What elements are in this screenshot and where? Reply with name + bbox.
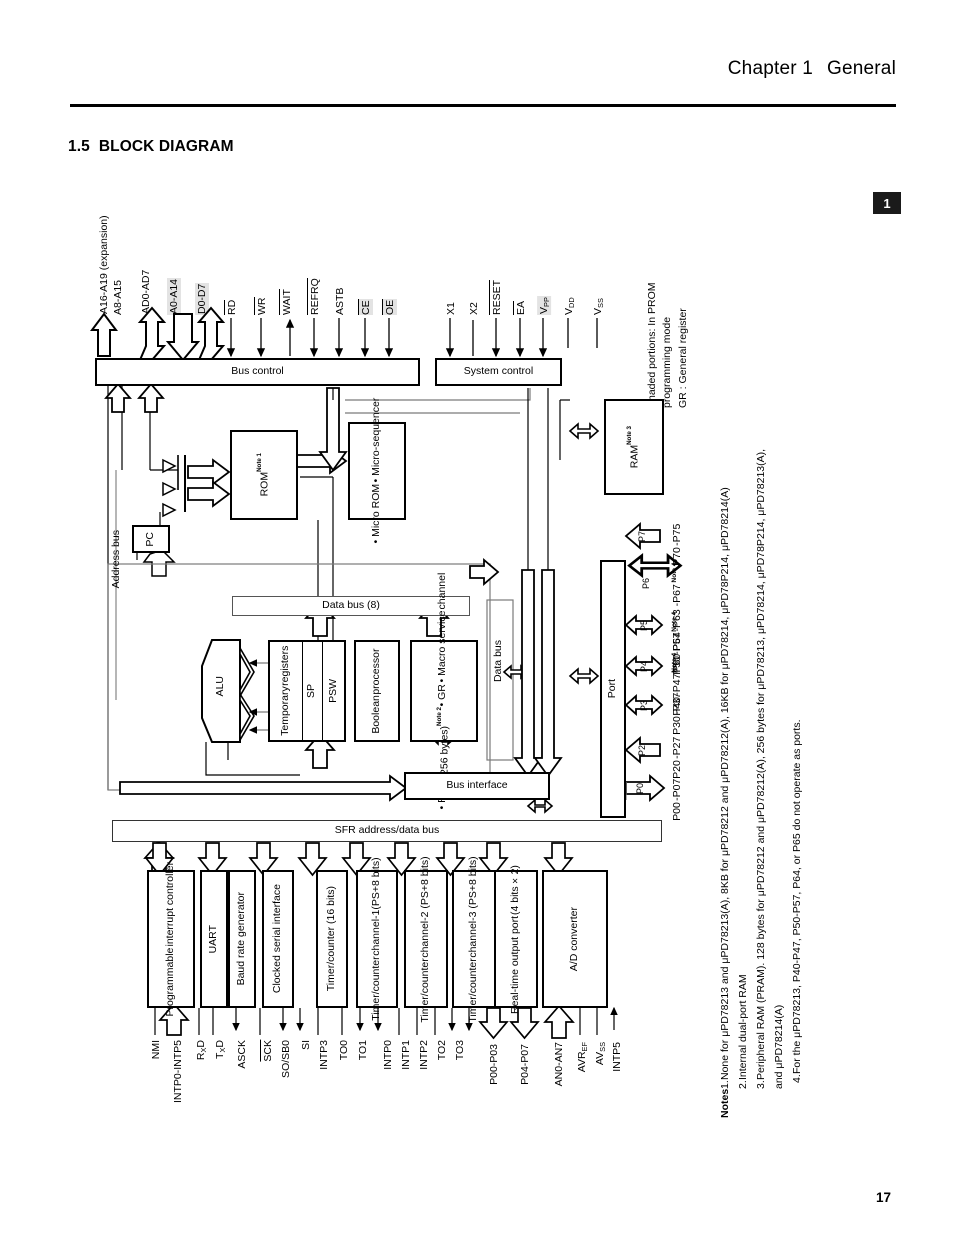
block-port-label: Port xyxy=(606,679,619,699)
block-alu-label: ALU xyxy=(214,676,226,697)
block-port: Port xyxy=(600,560,626,818)
block-boolean-processor-label: Boolean processor xyxy=(370,648,383,734)
block-ram-peripheral: RAMNote 3 xyxy=(604,399,664,495)
block-psw-label: PSW xyxy=(326,679,339,703)
pin-label-p00-p03: P00-P03 xyxy=(488,1044,500,1085)
pin-label-to1: TO1 xyxy=(357,1040,369,1061)
bus-data-bus-8-label: Data bus (8) xyxy=(322,599,380,612)
block-bus-interface: Bus interface xyxy=(404,772,550,800)
block-timer-counter-16bit: Timer/counter (16 bits) xyxy=(316,870,348,1008)
port-tag-p2: P2 xyxy=(637,744,647,756)
pin-label-to3: TO3 xyxy=(454,1040,466,1061)
label-data-bus-vertical: Data bus xyxy=(492,640,504,683)
pin-label-so-sb0: SO/SB0 xyxy=(280,1040,292,1078)
port-tag-p7: P7 xyxy=(637,530,647,542)
port-pins-p2: P20 -P27 xyxy=(671,737,683,779)
block-rom-label: ROMNote 1 xyxy=(255,453,271,497)
bus-sfr-address-data: SFR address/data bus xyxy=(112,820,662,842)
port-pins-p3: P30 -P37 xyxy=(671,693,683,735)
block-uart: UART xyxy=(200,870,228,1008)
block-timer-counter-ch2: Timer/counter channel-2 (PS+8 bits) xyxy=(404,856,448,1022)
block-pc-label: PC xyxy=(144,531,157,547)
pin-label-asck: ASCK xyxy=(236,1040,248,1069)
port-tag-p6: P6 xyxy=(641,577,651,589)
pin-label-avref: AVREF xyxy=(576,1042,590,1073)
bus-data-bus-8: Data bus (8) xyxy=(232,596,470,616)
block-bus-interface-label: Bus interface xyxy=(446,779,508,792)
pin-label-avss: AVSS xyxy=(594,1042,608,1066)
pin-label-to2: TO2 xyxy=(436,1040,448,1061)
port-pins-p7: P70 -P75 xyxy=(671,524,683,566)
bus-sfr-address-data-label: SFR address/data bus xyxy=(334,824,440,837)
block-sp-label: SP xyxy=(305,683,318,698)
port-pins-p0: P00 -P07 xyxy=(671,779,683,821)
block-diagram: A16-A19 (expansion) A8-A15 AD0-AD7 A0-A1… xyxy=(0,0,954,1235)
block-timer-counter-ch3: Timer/counter channel-3 (PS+8 bits) xyxy=(452,856,496,1022)
pin-label-nmi: NMI xyxy=(150,1040,162,1060)
block-clocked-serial-interface: Clocked serial interface xyxy=(262,870,294,1008)
pin-label-intp2: INTP2 xyxy=(418,1040,430,1070)
port-tag-p3: P3 xyxy=(639,699,649,711)
block-system-control-label: System control xyxy=(463,365,534,378)
block-system-control: System control xyxy=(435,358,562,386)
block-micro-rom: • Micro ROM • Micro-sequencer xyxy=(348,398,406,544)
port-tag-p5: P5 xyxy=(639,619,649,631)
block-ram-gr-macro: • RAM (256 bytes)Note 2 • GR • Macro ser… xyxy=(410,573,478,809)
block-boolean-processor: Boolean processor xyxy=(354,640,400,742)
pin-label-to0: TO0 xyxy=(338,1040,350,1061)
pin-label-txd: TXD xyxy=(214,1040,228,1059)
block-temporary-registers-label: Temporary registers xyxy=(278,646,291,736)
block-rom: ROMNote 1 xyxy=(230,430,298,520)
port-tag-p0: P0 xyxy=(635,782,645,794)
pin-label-intp5: INTP5 xyxy=(611,1042,623,1072)
block-timer-counter-ch1: Timer/counter channel-1(PS+8 bits) xyxy=(356,857,398,1021)
block-register-file: Temporary registers SP PSW xyxy=(268,640,346,742)
block-bus-control-label: Bus control xyxy=(231,365,284,378)
pin-label-intp3: INTP3 xyxy=(318,1040,330,1070)
pin-label-p04-p07: P04-P07 xyxy=(519,1044,531,1085)
pin-label-intp0b: INTP0 xyxy=(382,1040,394,1070)
pin-label-intp1: INTP1 xyxy=(400,1040,412,1070)
block-ad-converter: A/D converter xyxy=(542,870,608,1008)
pin-label-an0-an7: AN0-AN7 xyxy=(553,1042,565,1087)
block-ram-peripheral-label: RAMNote 3 xyxy=(625,425,641,469)
pin-label-rxd: RXD xyxy=(195,1040,209,1061)
label-address-bus: Address bus xyxy=(110,530,122,589)
block-micro-rom-label: • Micro ROM • Micro-sequencer xyxy=(370,398,383,544)
pin-label-si: SI xyxy=(300,1040,312,1050)
block-baud-rate-generator: Baud rate generator xyxy=(228,870,256,1008)
block-pc: PC xyxy=(132,525,170,553)
pin-label-intp0-intp5: INTP0-INTP5 xyxy=(172,1040,184,1104)
diagram-connector-layer xyxy=(90,306,683,1040)
block-programmable-interrupt-controller: Programmable interrupt controller xyxy=(147,862,195,1016)
pin-label-sck: SCK xyxy=(260,1040,274,1062)
block-realtime-output-port: Real-time output port (4 bits×2) xyxy=(494,865,538,1014)
block-bus-control: Bus control xyxy=(95,358,420,386)
port-tag-p4: P4 xyxy=(639,660,649,672)
